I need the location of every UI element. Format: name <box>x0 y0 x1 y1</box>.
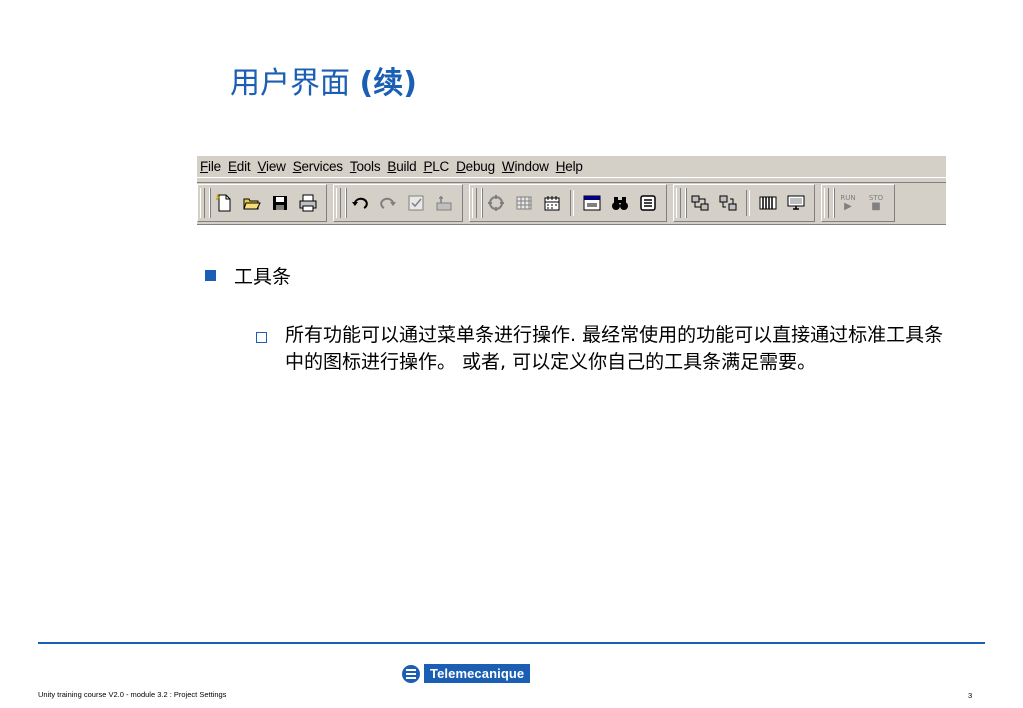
menu-window[interactable]: Window <box>501 159 555 174</box>
toolbar-grip[interactable] <box>824 188 829 218</box>
save-icon[interactable] <box>268 191 292 215</box>
stop-button[interactable]: STO ■ <box>864 191 888 215</box>
browser-icon[interactable] <box>636 191 660 215</box>
toolbar-grip[interactable] <box>200 188 205 218</box>
toolbar-edit-group <box>333 184 463 222</box>
footer-divider <box>38 642 985 644</box>
toolbar-screenshot: File Edit View Services Tools Build PLC … <box>197 156 946 225</box>
toolbar-grip[interactable] <box>472 188 477 218</box>
bullet-description: 所有功能可以通过菜单条进行操作. 最经常使用的功能可以直接通过标准工具条中的图标… <box>256 322 956 376</box>
toolbar-row: RUN ▶ STO ■ <box>197 182 946 223</box>
menu-bar: File Edit View Services Tools Build PLC … <box>197 156 946 178</box>
new-file-icon[interactable] <box>212 191 236 215</box>
open-folder-icon[interactable] <box>240 191 264 215</box>
rack-icon[interactable] <box>756 191 780 215</box>
play-icon: ▶ <box>844 201 852 212</box>
menu-tools[interactable]: Tools <box>349 159 387 174</box>
toolbar-grip[interactable] <box>336 188 341 218</box>
menu-view[interactable]: View <box>256 159 291 174</box>
brand-name: Telemecanique <box>424 664 531 683</box>
disconnect-icon[interactable] <box>716 191 740 215</box>
toolbar-services-group <box>469 184 667 222</box>
toolbar-separator <box>746 190 750 216</box>
grid-icon[interactable] <box>512 191 536 215</box>
menu-file[interactable]: File <box>199 159 227 174</box>
bullet-square-filled-icon <box>205 270 216 281</box>
slide-title: 用户界面 (续) <box>230 58 417 102</box>
stop-icon: ■ <box>871 201 881 212</box>
monitor-icon[interactable] <box>784 191 808 215</box>
telemecanique-logo: Telemecanique <box>402 664 531 683</box>
slide-title-suffix: (续) <box>359 66 417 101</box>
menu-plc[interactable]: PLC <box>422 159 455 174</box>
telemecanique-logo-icon <box>402 664 420 683</box>
bullet-toolbar-text: 工具条 <box>234 266 292 288</box>
build-icon[interactable] <box>432 191 456 215</box>
window-icon[interactable] <box>580 191 604 215</box>
menu-build[interactable]: Build <box>386 159 422 174</box>
page-number: 3 <box>968 691 973 700</box>
toolbar-plc-group <box>673 184 815 222</box>
analyze-icon[interactable] <box>484 191 508 215</box>
toolbar-grip[interactable] <box>676 188 681 218</box>
toolbar-file-group <box>197 184 327 222</box>
connect-icon[interactable] <box>688 191 712 215</box>
menu-help[interactable]: Help <box>555 159 589 174</box>
redo-icon[interactable] <box>376 191 400 215</box>
undo-icon[interactable] <box>348 191 372 215</box>
bullet-description-text: 所有功能可以通过菜单条进行操作. 最经常使用的功能可以直接通过标准工具条中的图标… <box>285 324 944 373</box>
calendar-icon[interactable] <box>540 191 564 215</box>
menu-services[interactable]: Services <box>292 159 349 174</box>
menu-edit[interactable]: Edit <box>227 159 256 174</box>
toolbar-separator <box>570 190 574 216</box>
slide-title-main: 用户界面 <box>230 66 350 101</box>
binoculars-icon[interactable] <box>608 191 632 215</box>
run-button[interactable]: RUN ▶ <box>836 191 860 215</box>
print-icon[interactable] <box>296 191 320 215</box>
toolbar-run-group: RUN ▶ STO ■ <box>821 184 895 222</box>
bullet-toolbar: 工具条 <box>205 262 291 289</box>
menu-debug[interactable]: Debug <box>455 159 501 174</box>
checkbox-icon[interactable] <box>404 191 428 215</box>
bullet-square-hollow-icon <box>256 332 267 343</box>
course-info: Unity training course V2.0 - module 3.2 … <box>38 690 227 699</box>
